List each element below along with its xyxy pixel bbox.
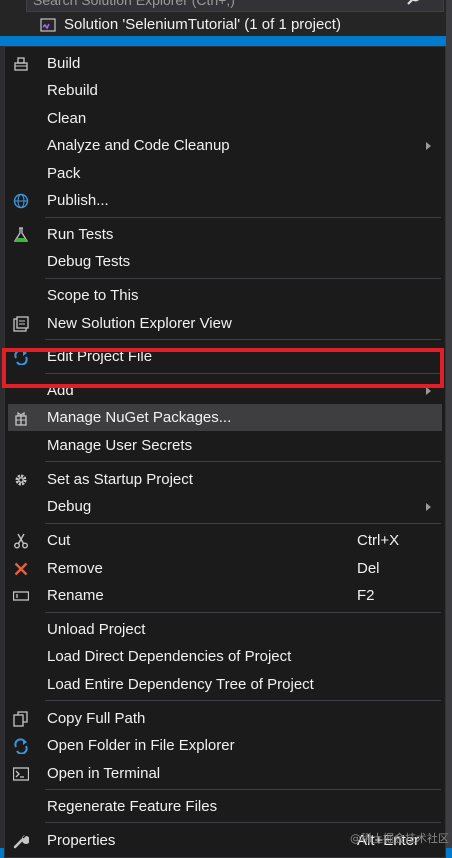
solution-node[interactable]: Solution 'SeleniumTutorial' (1 of 1 proj… — [0, 14, 452, 36]
menu-label: Regenerate Feature Files — [47, 798, 218, 815]
menu-label: Rename — [47, 587, 104, 604]
menu-label: Unload Project — [47, 621, 146, 638]
watermark: @稀土掘金技术社区 — [350, 832, 449, 845]
menu-label: Run Tests — [47, 226, 114, 243]
menu-label: Build — [47, 55, 81, 72]
menu-label: Load Entire Dependency Tree of Project — [47, 676, 314, 693]
menu-item-load-direct[interactable]: Load Direct Dependencies of Project — [5, 643, 445, 670]
menu-item-publish[interactable]: Publish... — [5, 187, 445, 214]
menu-label: Copy Full Path — [47, 710, 146, 727]
menu-separator — [45, 789, 441, 790]
scissors-icon — [14, 533, 28, 549]
menu-item-debug[interactable]: Debug — [5, 493, 445, 520]
menu-label: Open Folder in File Explorer — [47, 737, 235, 754]
solution-icon — [40, 18, 56, 32]
menu-item-cut[interactable]: Cut Ctrl+X — [5, 527, 445, 554]
menu-item-new-view[interactable]: New Solution Explorer View — [5, 310, 445, 337]
menu-label: Properties — [47, 832, 116, 849]
globe-icon — [13, 193, 29, 209]
new-window-icon — [13, 316, 29, 332]
menu-label: Publish... — [47, 192, 109, 209]
menu-item-nuget[interactable]: Manage NuGet Packages... — [5, 404, 445, 431]
menu-item-rename[interactable]: Rename F2 — [5, 582, 445, 609]
menu-label: Rebuild — [47, 82, 98, 99]
menu-item-open-terminal[interactable]: Open in Terminal — [5, 760, 445, 787]
menu-label: Load Direct Dependencies of Project — [47, 648, 292, 665]
menu-separator — [45, 523, 441, 524]
menu-label: Clean — [47, 110, 87, 127]
search-placeholder: Search Solution Explorer (Ctrl+;) — [33, 0, 235, 8]
menu-item-unload[interactable]: Unload Project — [5, 616, 445, 643]
menu-label: New Solution Explorer View — [47, 315, 232, 332]
menu-item-rebuild[interactable]: Rebuild — [5, 77, 445, 104]
search-input[interactable]: Search Solution Explorer (Ctrl+;) — [26, 0, 444, 12]
menu-item-run-tests[interactable]: Run Tests — [5, 221, 445, 248]
terminal-icon — [13, 767, 29, 781]
menu-label: Set as Startup Project — [47, 471, 193, 488]
nuget-package-icon — [15, 411, 27, 426]
shortcut-label: Ctrl+X — [357, 532, 400, 549]
menu-item-debug-tests[interactable]: Debug Tests — [5, 248, 445, 275]
menu-item-copy-path[interactable]: Copy Full Path — [5, 705, 445, 732]
submenu-arrow-icon — [426, 503, 431, 511]
flask-icon — [13, 227, 29, 242]
menu-separator — [45, 278, 441, 279]
menu-item-pack[interactable]: Pack — [5, 160, 445, 187]
menu-item-remove[interactable]: Remove Del — [5, 555, 445, 582]
rename-icon — [13, 591, 29, 601]
context-menu: Build Rebuild Clean Analyze and Code Cle… — [4, 46, 446, 858]
menu-separator — [45, 461, 441, 462]
shortcut-label: F2 — [357, 587, 375, 604]
gear-icon — [15, 474, 27, 486]
menu-item-build[interactable]: Build — [5, 50, 445, 77]
menu-label: Scope to This — [47, 287, 139, 304]
menu-label: Open in Terminal — [47, 765, 161, 782]
menu-item-regenerate[interactable]: Regenerate Feature Files — [5, 793, 445, 820]
menu-separator — [45, 700, 441, 701]
close-icon — [14, 562, 28, 576]
menu-label: Debug Tests — [47, 253, 131, 270]
menu-item-startup[interactable]: Set as Startup Project — [5, 466, 445, 493]
menu-label: Cut — [47, 532, 71, 549]
build-icon — [14, 57, 28, 71]
submenu-arrow-icon — [426, 142, 431, 150]
search-icon[interactable] — [407, 0, 421, 5]
menu-separator — [45, 612, 441, 613]
solution-label: Solution 'SeleniumTutorial' (1 of 1 proj… — [64, 16, 341, 33]
selected-project-row[interactable] — [0, 36, 446, 46]
menu-separator — [45, 217, 441, 218]
submenu-arrow-icon — [426, 387, 431, 395]
menu-separator — [45, 822, 441, 823]
menu-item-analyze[interactable]: Analyze and Code Cleanup — [5, 132, 445, 159]
menu-label: Manage User Secrets — [47, 437, 193, 454]
menu-label: Analyze and Code Cleanup — [47, 137, 230, 154]
scrollbar[interactable] — [446, 0, 452, 858]
menu-label: Remove — [47, 560, 103, 577]
menu-label: Debug — [47, 498, 92, 515]
menu-item-scope[interactable]: Scope to This — [5, 282, 445, 309]
wrench-icon — [13, 835, 29, 849]
menu-item-user-secrets[interactable]: Manage User Secrets — [5, 432, 445, 459]
menu-label: Pack — [47, 165, 81, 182]
menu-separator — [45, 339, 441, 340]
annotation-highlight-frame — [2, 348, 444, 388]
menu-item-load-entire[interactable]: Load Entire Dependency Tree of Project — [5, 671, 445, 698]
refresh-arrow-icon — [14, 738, 28, 754]
menu-item-clean[interactable]: Clean — [5, 105, 445, 132]
menu-item-open-folder[interactable]: Open Folder in File Explorer — [5, 732, 445, 759]
copy-icon — [13, 711, 28, 727]
menu-label: Manage NuGet Packages... — [47, 409, 232, 426]
shortcut-label: Del — [357, 560, 380, 577]
